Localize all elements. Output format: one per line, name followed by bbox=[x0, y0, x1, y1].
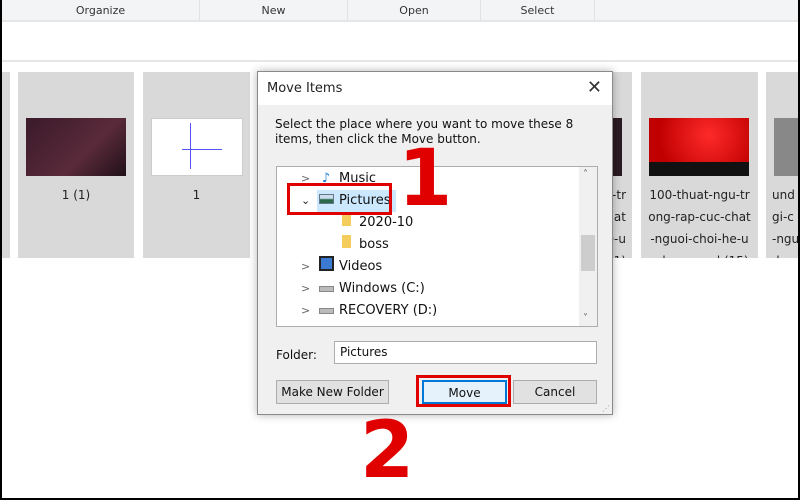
step-2-label: 2 bbox=[360, 406, 415, 496]
resize-grip-icon[interactable]: ⋰ bbox=[602, 404, 610, 413]
tree-item-videos[interactable]: > Videos bbox=[301, 255, 383, 279]
drive-icon bbox=[317, 300, 335, 322]
move-items-dialog: Move Items ✕ Select the place where you … bbox=[257, 71, 613, 415]
image-thumbnail bbox=[774, 118, 798, 176]
image-thumbnail bbox=[151, 118, 243, 176]
tree-label: Videos bbox=[339, 259, 383, 274]
open-button[interactable]: Open bbox=[348, 0, 481, 20]
folder-icon bbox=[337, 234, 355, 256]
tree-item-recovery-d[interactable]: > RECOVERY (D:) bbox=[301, 300, 438, 322]
videos-icon bbox=[317, 255, 335, 279]
file-tile[interactable] bbox=[2, 72, 10, 258]
file-name: 1 (1) bbox=[61, 188, 91, 202]
file-name: 100-thuat-ngu-tr ong-rap-cuc-chat -nguoi… bbox=[648, 188, 751, 258]
new-button[interactable]: New bbox=[200, 0, 348, 20]
organize-button[interactable]: Organize bbox=[2, 0, 200, 20]
drive-icon bbox=[317, 278, 335, 300]
file-name: und gi-c -ngu do bbox=[772, 188, 798, 258]
close-icon[interactable]: ✕ bbox=[587, 77, 602, 98]
folder-input[interactable]: Pictures bbox=[334, 341, 597, 364]
image-thumbnail bbox=[26, 118, 126, 176]
file-tile[interactable]: 1 bbox=[143, 72, 250, 258]
file-tile[interactable]: 100-thuat-ngu-tr ong-rap-cuc-chat -nguoi… bbox=[641, 72, 758, 258]
highlight-pictures bbox=[287, 183, 392, 215]
file-tile[interactable]: 1 (1) bbox=[18, 72, 134, 258]
tree-item-boss[interactable]: boss bbox=[337, 234, 389, 256]
scrollbar-thumb[interactable] bbox=[581, 235, 595, 271]
tree-label: Windows (C:) bbox=[339, 281, 425, 296]
tree-scrollbar[interactable]: ˄ ˅ bbox=[579, 167, 597, 326]
scroll-up-icon[interactable]: ˄ bbox=[583, 169, 588, 180]
tree-label: RECOVERY (D:) bbox=[339, 303, 438, 318]
image-thumbnail bbox=[649, 118, 749, 176]
divider bbox=[2, 60, 798, 62]
tree-item-windows-c[interactable]: > Windows (C:) bbox=[301, 278, 425, 300]
folder-icon bbox=[337, 212, 355, 234]
file-tile[interactable]: und gi-c -ngu do bbox=[766, 72, 798, 258]
toolbar: Organize New Open Select bbox=[2, 0, 798, 22]
file-name: 1 bbox=[192, 188, 201, 202]
highlight-move-button bbox=[416, 375, 511, 407]
scroll-down-icon[interactable]: ˅ bbox=[583, 313, 588, 324]
make-new-folder-button[interactable]: Make New Folder bbox=[276, 380, 389, 404]
dialog-titlebar: Move Items ✕ bbox=[258, 72, 612, 105]
dialog-title: Move Items bbox=[267, 81, 343, 96]
select-button[interactable]: Select bbox=[481, 0, 595, 20]
tree-label: boss bbox=[359, 237, 389, 252]
step-1-label: 1 bbox=[398, 134, 453, 224]
cancel-button[interactable]: Cancel bbox=[513, 380, 597, 404]
folder-label: Folder: bbox=[276, 348, 317, 362]
